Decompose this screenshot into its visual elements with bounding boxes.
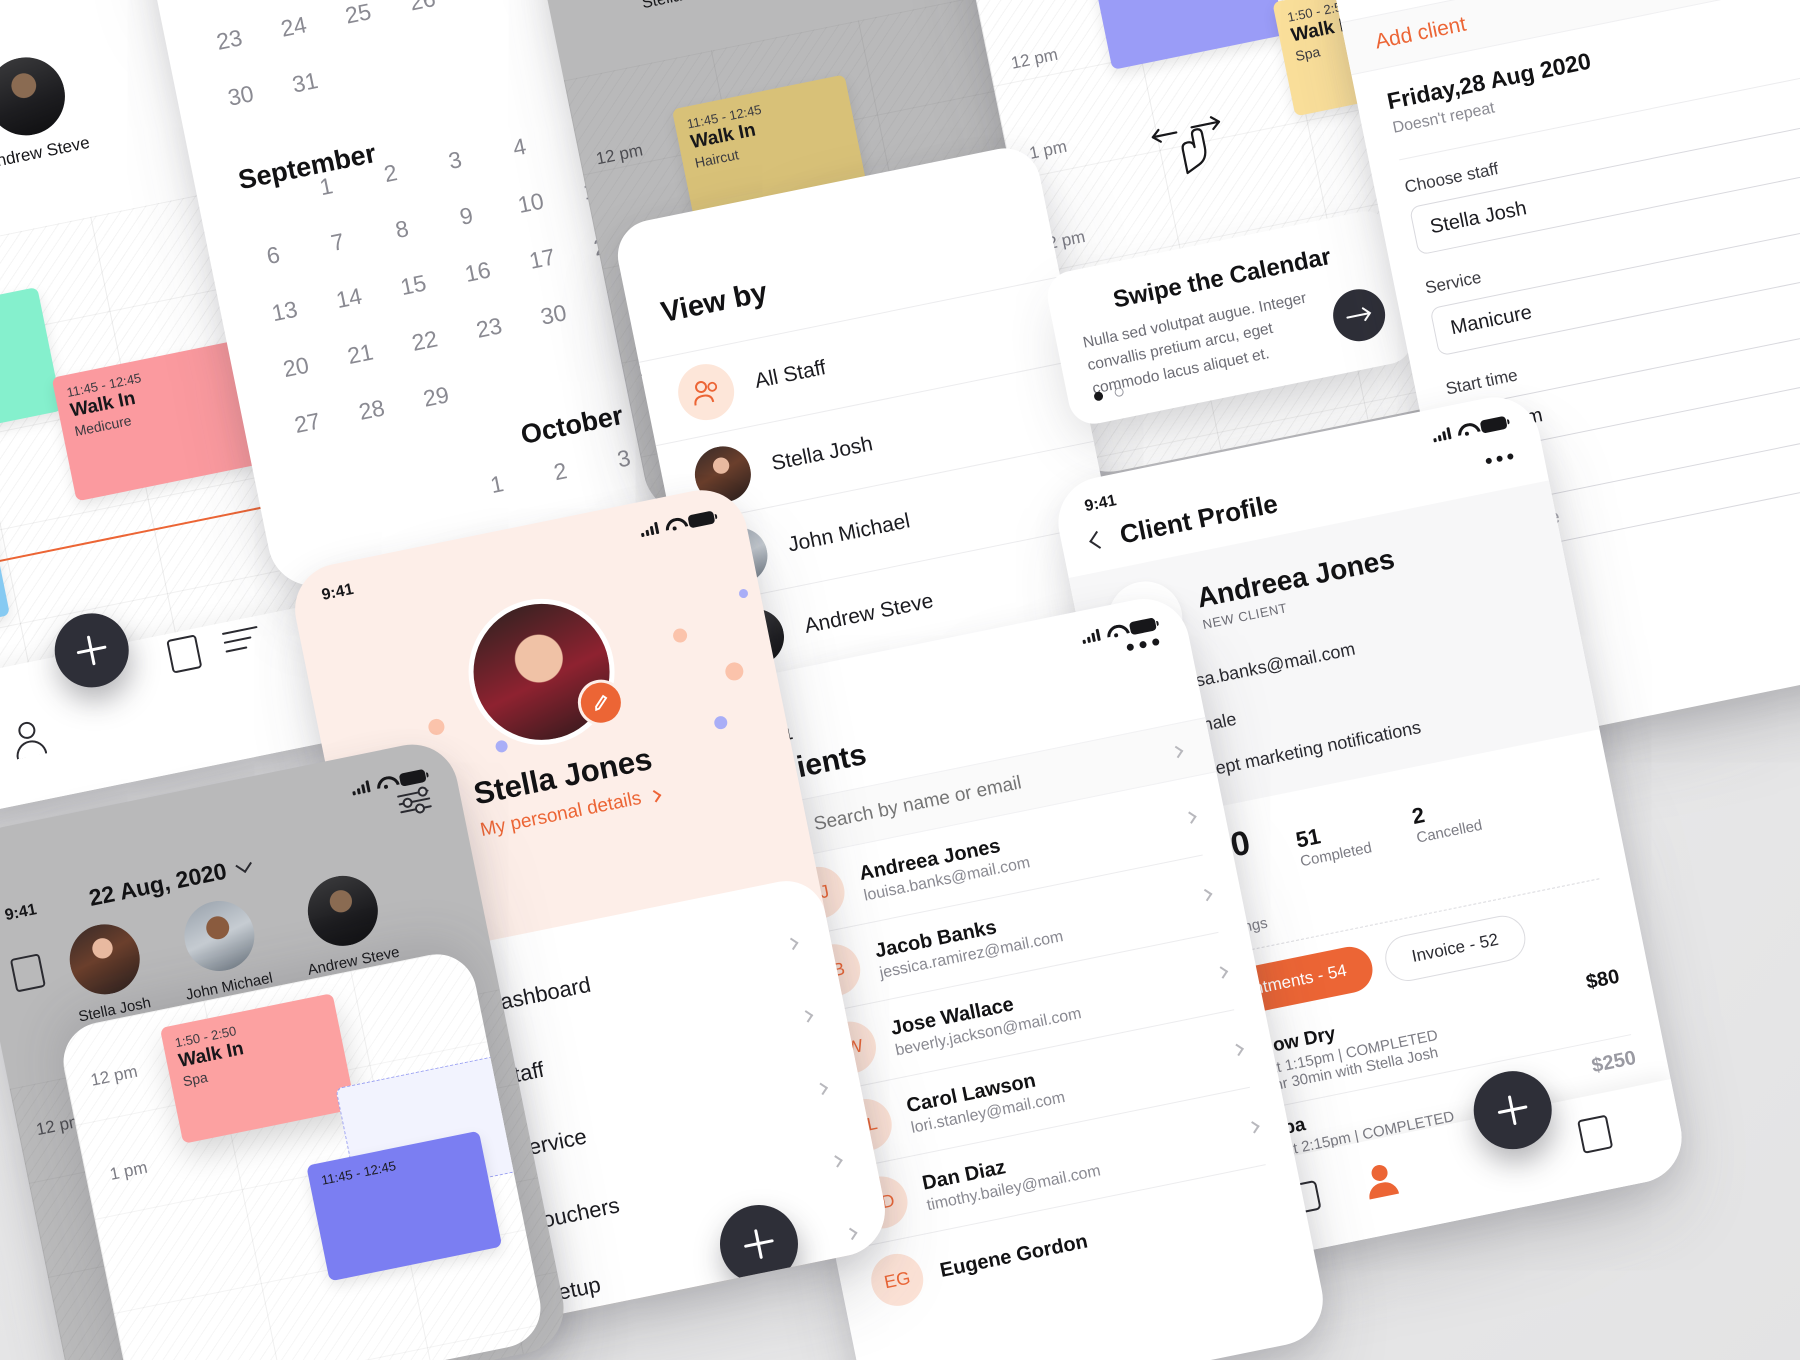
day-cell[interactable]: 16 bbox=[183, 0, 253, 4]
day-cell[interactable]: 21 bbox=[326, 334, 396, 374]
person-icon[interactable] bbox=[8, 719, 48, 760]
day-cell[interactable]: 6 bbox=[238, 236, 308, 276]
day-cell[interactable]: 8 bbox=[367, 210, 437, 250]
appointment-price: $250 bbox=[1589, 1046, 1638, 1078]
book-icon[interactable] bbox=[9, 953, 46, 993]
view-by-label: All Staff bbox=[752, 356, 828, 393]
chevron-right-icon[interactable] bbox=[1184, 810, 1197, 824]
staff-name: Stella Josh bbox=[640, 0, 720, 13]
day-cell[interactable]: 14 bbox=[314, 279, 384, 319]
chevron-right-icon[interactable] bbox=[1170, 745, 1184, 758]
status-time: 9:41 bbox=[320, 580, 356, 604]
note-icon[interactable] bbox=[166, 634, 203, 674]
chevron-right-icon[interactable] bbox=[815, 1082, 828, 1095]
day-cell[interactable]: 26 bbox=[388, 0, 458, 21]
day-cell[interactable]: 28 bbox=[337, 390, 407, 430]
day-cell[interactable]: 31 bbox=[270, 63, 340, 103]
view-by-label: John Michael bbox=[786, 509, 912, 557]
day-cell[interactable]: 24 bbox=[259, 7, 329, 47]
day-cell[interactable]: 23 bbox=[195, 20, 265, 60]
chevron-right-icon[interactable] bbox=[1199, 888, 1213, 901]
signal-icon bbox=[1081, 628, 1101, 645]
day-cell[interactable]: 22 bbox=[390, 321, 460, 361]
all-staff-icon bbox=[673, 359, 740, 426]
day-cell[interactable]: 1 bbox=[488, 470, 506, 499]
view-by-label: Stella Josh bbox=[769, 432, 875, 476]
chevron-down-icon[interactable] bbox=[235, 855, 252, 873]
wifi-icon bbox=[1105, 624, 1124, 639]
signal-icon bbox=[1432, 427, 1452, 443]
signal-icon bbox=[639, 521, 660, 538]
wifi-icon bbox=[1456, 422, 1475, 437]
day-cell[interactable]: 20 bbox=[261, 348, 331, 388]
chevron-right-icon[interactable] bbox=[800, 1009, 814, 1023]
dot[interactable] bbox=[1113, 386, 1125, 398]
staff-chip[interactable]: Stella Josh bbox=[625, 0, 721, 13]
chevron-right-icon[interactable] bbox=[844, 1227, 858, 1240]
chevron-left-icon[interactable] bbox=[1089, 530, 1108, 549]
next-button[interactable] bbox=[1328, 284, 1390, 346]
day-cell[interactable]: 30 bbox=[519, 295, 589, 335]
showcase-stage: 2020 John Michael Andrew Steve bbox=[0, 0, 1800, 1360]
day-cell[interactable]: 10 bbox=[496, 183, 566, 223]
staff-chip[interactable]: Andrew Steve bbox=[0, 48, 91, 174]
day-cell[interactable]: 25 bbox=[323, 0, 393, 34]
day-cell[interactable]: 23 bbox=[454, 308, 524, 348]
day-cell[interactable]: 13 bbox=[250, 292, 320, 332]
day-cell[interactable]: 2 bbox=[552, 457, 570, 486]
staff-avatar bbox=[455, 585, 628, 758]
appointment-service: Spa bbox=[0, 337, 38, 385]
day-cell[interactable]: 15 bbox=[379, 266, 449, 306]
signal-icon bbox=[351, 780, 371, 796]
day-cell[interactable]: 29 bbox=[401, 377, 471, 417]
battery-icon bbox=[687, 510, 716, 528]
note-icon[interactable] bbox=[1577, 1114, 1614, 1154]
status-time: 9:41 bbox=[3, 900, 39, 924]
day-cell[interactable]: 16 bbox=[443, 252, 513, 292]
avatar bbox=[0, 50, 73, 143]
chevron-right-icon[interactable] bbox=[1231, 1043, 1244, 1056]
staff-chip[interactable]: Andrew Steve bbox=[291, 867, 401, 979]
view-by-label: Andrew Steve bbox=[802, 589, 936, 638]
wifi-icon bbox=[664, 517, 683, 532]
day-cell[interactable]: 7 bbox=[303, 223, 373, 263]
appointment-price: $80 bbox=[1584, 965, 1622, 994]
day-cell[interactable]: 3 bbox=[615, 444, 633, 473]
avatar bbox=[63, 918, 146, 1001]
staff-chip[interactable]: Stella Josh bbox=[61, 918, 152, 1026]
day-cell[interactable]: 27 bbox=[272, 403, 342, 443]
avatar bbox=[302, 869, 385, 953]
wifi-icon bbox=[375, 775, 394, 790]
staff-chip[interactable]: John Michael bbox=[169, 893, 274, 1004]
avatar bbox=[177, 894, 261, 978]
dot-active[interactable] bbox=[1093, 390, 1104, 402]
day-cell[interactable]: 9 bbox=[432, 197, 502, 237]
appointment-service: Haircut bbox=[1108, 0, 1260, 3]
day-cell[interactable]: 17 bbox=[507, 239, 577, 279]
more-horizontal-icon[interactable] bbox=[1485, 452, 1514, 464]
chevron-right-icon[interactable] bbox=[830, 1154, 843, 1168]
add-client-button[interactable]: Add client bbox=[1373, 13, 1468, 54]
client-initials: EG bbox=[866, 1249, 928, 1311]
person-icon[interactable] bbox=[1362, 1162, 1400, 1200]
chevron-right-icon[interactable] bbox=[1247, 1120, 1260, 1134]
chevron-right-icon[interactable] bbox=[785, 937, 799, 950]
day-cell[interactable]: 30 bbox=[206, 76, 276, 116]
list-icon[interactable] bbox=[221, 625, 262, 655]
staff-name: Andrew Steve bbox=[0, 132, 92, 173]
chevron-right-icon[interactable] bbox=[1215, 965, 1229, 979]
chevron-right-icon[interactable] bbox=[649, 789, 662, 802]
